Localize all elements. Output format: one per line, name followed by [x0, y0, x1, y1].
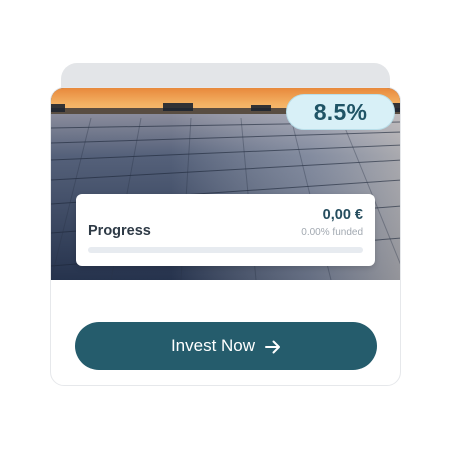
progress-panel: Progress 0,00 € 0.00% funded [76, 194, 375, 266]
progress-bar [88, 247, 363, 253]
progress-label: Progress [88, 223, 151, 239]
interest-rate-badge: 8.5% [286, 94, 395, 130]
invest-now-label: Invest Now [170, 336, 256, 355]
invest-now-button[interactable]: Invest Now [75, 322, 377, 370]
funded-amount: 0,00 € [322, 207, 363, 223]
project-card-stage: 8.5% Progress 0,00 € 0.00% funded Invest… [0, 0, 452, 452]
funded-percentage: 0.00% funded [301, 227, 363, 238]
arrow-right-icon [265, 339, 281, 354]
